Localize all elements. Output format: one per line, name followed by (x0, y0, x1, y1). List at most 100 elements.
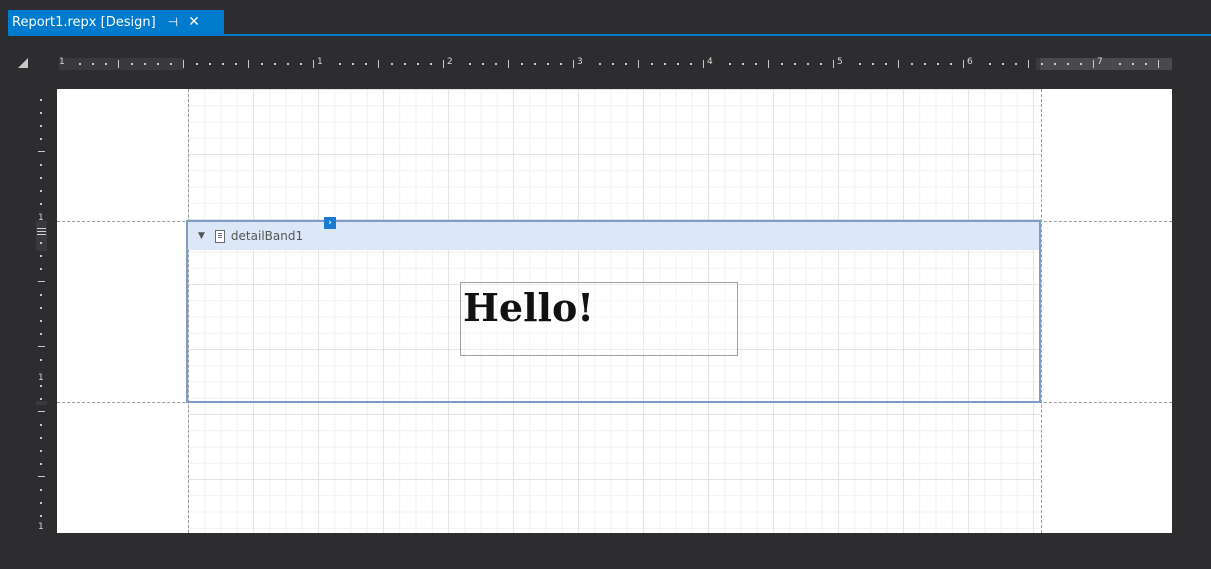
h-ruler-dot (469, 63, 471, 65)
h-ruler-dot (365, 63, 367, 65)
hello-label-text: Hello! (463, 285, 594, 330)
h-ruler-label: 6 (967, 57, 973, 67)
v-ruler-dot (40, 255, 42, 257)
band-name-label: detailBand1 (230, 229, 304, 243)
h-ruler-label: 3 (577, 57, 583, 67)
h-ruler-dot (924, 63, 926, 65)
h-ruler-dot (1145, 63, 1147, 65)
band-resize-grip-icon[interactable] (37, 228, 46, 236)
h-ruler-dot (1132, 63, 1134, 65)
h-ruler-tick (573, 60, 574, 68)
v-ruler-label: 1 (38, 373, 44, 383)
h-ruler-dot (157, 63, 159, 65)
hello-label-control[interactable]: Hello! (460, 282, 738, 356)
h-ruler-dot (300, 63, 302, 65)
h-ruler-dot (729, 63, 731, 65)
v-ruler-dot (40, 203, 42, 205)
v-ruler-tick (38, 411, 45, 412)
h-ruler-dot (664, 63, 666, 65)
right-margin-line (1041, 89, 1042, 533)
v-ruler-dot (40, 99, 42, 101)
h-ruler-dot (781, 63, 783, 65)
h-ruler-dot (820, 63, 822, 65)
h-ruler-dot (391, 63, 393, 65)
h-ruler-tick (183, 60, 184, 68)
v-ruler-tick (38, 281, 45, 282)
h-ruler-dot (742, 63, 744, 65)
h-ruler-dot (222, 63, 224, 65)
h-ruler-dot (950, 63, 952, 65)
v-ruler-dot (40, 242, 42, 244)
v-ruler-dot (40, 424, 42, 426)
v-ruler-dot (40, 489, 42, 491)
v-ruler-dot (40, 190, 42, 192)
h-ruler-dot (1119, 63, 1121, 65)
vertical-ruler[interactable]: 1 1 1 (36, 89, 47, 535)
v-ruler-dot (40, 333, 42, 335)
h-ruler-dot (235, 63, 237, 65)
h-ruler-dot (599, 63, 601, 65)
h-ruler-dot (872, 63, 874, 65)
h-ruler-dot (859, 63, 861, 65)
h-ruler-label: 1 (317, 57, 323, 67)
h-ruler-dot (430, 63, 432, 65)
h-ruler-dot (209, 63, 211, 65)
collapse-toggle-icon[interactable]: ▼ (198, 231, 205, 241)
h-ruler-tick (443, 60, 444, 68)
document-tab[interactable]: Report1.repx [Design] ⊣ ✕ (8, 10, 224, 34)
h-ruler-tick (118, 60, 119, 68)
h-ruler-dot (339, 63, 341, 65)
h-ruler-dot (131, 63, 133, 65)
v-ruler-dot (40, 268, 42, 270)
h-ruler-dot (755, 63, 757, 65)
h-ruler-dot (417, 63, 419, 65)
report-page[interactable]: ▼ detailBand1 › Hello! (57, 89, 1172, 533)
v-ruler-dot (40, 125, 42, 127)
v-ruler-dot (40, 359, 42, 361)
h-ruler-dot (677, 63, 679, 65)
h-ruler-dot (534, 63, 536, 65)
h-ruler-dot (1041, 63, 1043, 65)
band-document-icon (214, 229, 225, 243)
h-ruler-tick (898, 60, 899, 68)
h-ruler-dot (989, 63, 991, 65)
h-ruler-dot (404, 63, 406, 65)
horizontal-ruler[interactable]: 1 1 2 3 4 5 6 7 (56, 57, 1172, 70)
document-tab-title: Report1.repx [Design] (12, 14, 156, 30)
h-ruler-dot (885, 63, 887, 65)
h-ruler-dot (1067, 63, 1069, 65)
h-ruler-tick (1158, 60, 1159, 68)
h-ruler-dot (287, 63, 289, 65)
pin-icon[interactable]: ⊣ (168, 15, 178, 29)
h-ruler-label: 2 (447, 57, 453, 67)
h-ruler-tick (703, 60, 704, 68)
h-ruler-label: 5 (837, 57, 843, 67)
ruler-corner-icon[interactable] (18, 58, 28, 68)
h-ruler-dot (1002, 63, 1004, 65)
v-ruler-tick (38, 151, 45, 152)
close-icon[interactable]: ✕ (188, 14, 200, 30)
document-tab-bar: Report1.repx [Design] ⊣ ✕ (0, 0, 1211, 38)
h-ruler-dot (495, 63, 497, 65)
smart-tag-icon[interactable]: › (324, 217, 336, 229)
tab-underline (8, 34, 1211, 36)
h-ruler-dot (274, 63, 276, 65)
h-ruler-tick (963, 60, 964, 68)
v-ruler-dot (40, 164, 42, 166)
h-ruler-dot (79, 63, 81, 65)
v-ruler-dot (40, 437, 42, 439)
h-ruler-dot (92, 63, 94, 65)
h-ruler-tick (508, 60, 509, 68)
v-ruler-tick (38, 476, 45, 477)
h-ruler-dot (352, 63, 354, 65)
h-ruler-dot (521, 63, 523, 65)
h-ruler-dot (170, 63, 172, 65)
h-ruler-tick (313, 60, 314, 68)
h-ruler-tick (378, 60, 379, 68)
h-ruler-dot (1080, 63, 1082, 65)
v-ruler-dot (40, 294, 42, 296)
v-ruler-dot (40, 320, 42, 322)
v-ruler-dot (40, 307, 42, 309)
band-header[interactable]: ▼ detailBand1 (188, 222, 1039, 250)
h-ruler-label: 1 (59, 57, 65, 67)
